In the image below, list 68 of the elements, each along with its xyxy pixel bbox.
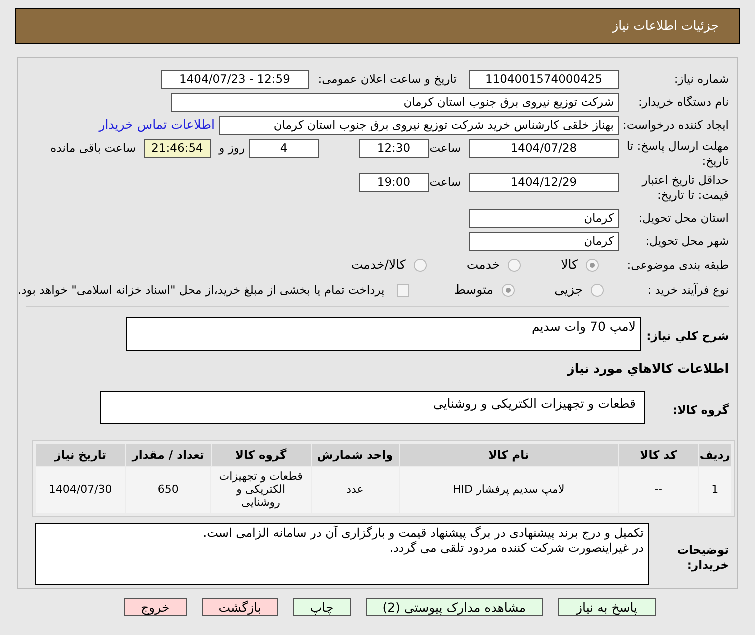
radio-label: کالا/خدمت (351, 256, 406, 274)
column-header: ردیف (699, 444, 731, 466)
field-label: مهلت ارسال پاسخ: تا تاریخ: (626, 139, 729, 169)
buyer-contact-link[interactable]: اطلاعات تماس خریدار (99, 116, 215, 134)
location-field[interactable]: کرمان (469, 232, 619, 250)
radio-button[interactable] (508, 259, 522, 272)
validity-date-field[interactable]: 1404/12/29 (469, 173, 619, 192)
table-cell: لامپ سدیم پرفشار HID (400, 466, 618, 513)
table-cell: عدد (312, 466, 399, 513)
field-label: ایجاد کننده درخواست: (622, 118, 729, 132)
column-header: تعداد / مقدار (126, 444, 210, 466)
field-label: تاریخ و ساعت اعلان عمومی: (317, 72, 458, 87)
field-label: ساعت (429, 174, 462, 191)
radio-button[interactable] (502, 284, 515, 296)
column-header: تاریخ نیاز (36, 444, 126, 466)
description-field[interactable]: لامپ 70 وات سدیم (126, 317, 641, 351)
table-cell: 1404/07/30 (36, 466, 126, 513)
days-field[interactable]: 4 (249, 139, 319, 158)
column-header: واحد شمارش (312, 444, 399, 466)
field-label: گروه کالا: (672, 402, 729, 418)
field-label: طبقه بندی موضوعی: (626, 258, 729, 273)
field-label: شهر محل تحویل: (644, 234, 729, 248)
column-header: گروه کالا (212, 444, 311, 466)
field-label: ساعت باقی مانده (50, 140, 137, 157)
field-label: شماره نیاز: (673, 72, 729, 87)
deadline-time-field[interactable]: 12:30 (359, 139, 429, 158)
table-cell: 650 (126, 466, 210, 513)
action-button[interactable]: مشاهده مدارک پیوستی (2) (366, 598, 544, 616)
buyer-notes-field[interactable]: تکمیل و درج برند پیشنهادی در برگ پیشنهاد قیمت و بارگزاری آن در سامانه الزامی است. در غیراینصورت شرکت کننده مردود تلقی می گردد. (35, 522, 649, 585)
section-heading: اطلاعات کالاهاي مورد نياز (566, 360, 729, 378)
radio-label: متوسط (454, 280, 494, 299)
deadline-date-field[interactable]: 1404/07/28 (469, 139, 619, 158)
radio-button[interactable] (591, 284, 604, 296)
table-cell: 1 (699, 466, 731, 513)
field-label: ساعت (429, 140, 462, 157)
field-label: توضیحات خریدار: (676, 542, 729, 573)
announce-date-field[interactable]: 1404/07/23 - 12:59 (161, 70, 309, 89)
field-label: پرداخت تمام یا بخشی از مبلغ خرید،از محل "اسناد خزانه اسلامی" خواهد بود. (18, 282, 385, 298)
field-label: روز و (218, 140, 246, 157)
note-line: تکمیل و درج برند پیشنهادی در برگ پیشنهاد قیمت و بارگزاری آن در سامانه الزامی است. (202, 526, 644, 541)
buyer-name-field[interactable]: شرکت توزیع نیروی برق جنوب استان کرمان (171, 92, 619, 112)
field-label: استان محل تحویل: (638, 210, 729, 226)
field-label: شرح کلي نياز: (646, 328, 729, 344)
location-field[interactable]: کرمان (469, 208, 619, 228)
validity-time-field[interactable]: 19:00 (359, 173, 429, 192)
radio-button[interactable] (414, 259, 427, 272)
checkbox[interactable] (396, 284, 410, 296)
radio-label: خدمت (466, 256, 500, 274)
action-button[interactable]: چاپ (293, 598, 351, 616)
table-cell: -- (618, 466, 698, 513)
table-cell: قطعات و تجهیزات الکتریکی و روشنایی (211, 466, 311, 513)
field-label: نام دستگاه خریدار: (637, 94, 729, 110)
page-title: جزئیات اطلاعات نیاز (612, 16, 719, 35)
remaining-time-field[interactable]: 21:46:54 (144, 139, 211, 158)
column-header: کد کالا (618, 444, 698, 466)
action-button[interactable]: بازگشت (202, 598, 278, 616)
goods-group-field[interactable]: قطعات و تجهیزات الکتریکی و روشنایی (100, 390, 645, 424)
radio-label: جزیی (554, 280, 584, 299)
radio-button[interactable] (586, 259, 599, 272)
action-button[interactable]: خروج (124, 598, 187, 616)
field-label: نوع فرآیند خرید : (646, 282, 729, 298)
radio-label: کالا (561, 256, 578, 274)
need-number-field[interactable]: 1104001574000425 (469, 70, 619, 89)
creator-field[interactable]: بهناز خلقی کارشناس خرید شرکت توزیع نیروی برق جنوب استان کرمان (219, 116, 619, 134)
column-header: نام کالا (400, 444, 618, 466)
field-label: حداقل تاریخ اعتبار قیمت: تا تاریخ: (640, 173, 729, 203)
note-line: در غیراینصورت شرکت کننده مردود تلقی می گردد. (388, 540, 644, 556)
action-button[interactable]: پاسخ به نیاز (558, 598, 656, 616)
